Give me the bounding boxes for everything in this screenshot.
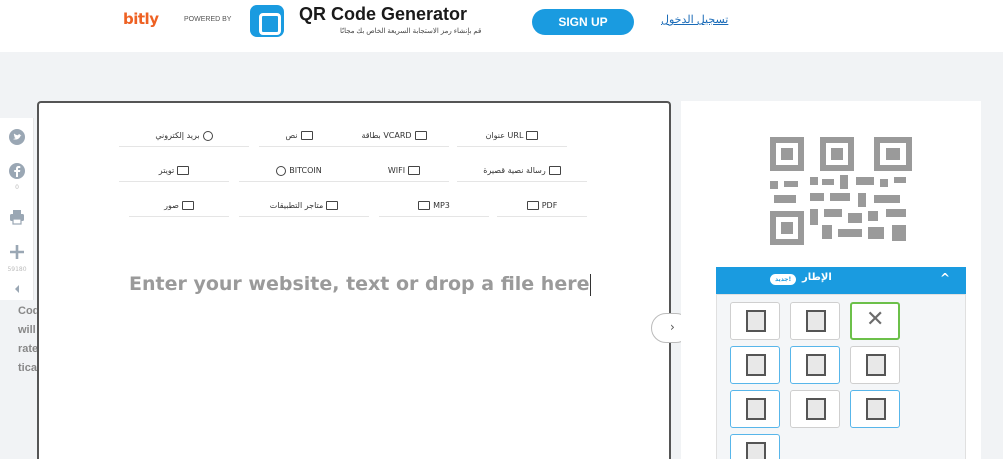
text-icon — [300, 131, 313, 140]
type-twitter[interactable]: تويتر — [119, 160, 229, 182]
frame-option[interactable] — [790, 390, 840, 428]
bitly-logo[interactable]: bitly — [123, 10, 159, 28]
app-store-icon — [326, 201, 339, 210]
print-icon[interactable] — [8, 208, 26, 226]
login-link[interactable]: تسجيل الدخول — [661, 13, 728, 26]
type-label: BITCOIN — [289, 166, 322, 175]
preview-panel: جديد! الإطار ^ ✕ — [681, 101, 981, 459]
wifi-icon — [408, 166, 421, 175]
type-label: تويتر — [158, 166, 175, 175]
vcard-icon — [414, 131, 427, 140]
frame-option[interactable] — [730, 346, 780, 384]
frame-option[interactable] — [790, 302, 840, 340]
image-icon — [181, 201, 194, 210]
pdf-icon — [526, 201, 539, 210]
twitter-type-icon — [177, 166, 190, 175]
sms-icon — [548, 166, 561, 175]
type-pdf[interactable]: PDF — [497, 195, 587, 217]
top-header: bitly POWERED BY QR Code Generator قم بإ… — [0, 0, 1003, 52]
share-count: 59180 — [7, 266, 27, 273]
type-images[interactable]: صور — [129, 195, 229, 217]
type-url[interactable]: URL عنوان — [457, 125, 567, 147]
url-icon — [526, 131, 539, 140]
input-placeholder: Enter your website, text or drop a file … — [129, 273, 590, 295]
frame-option[interactable] — [730, 302, 780, 340]
new-badge: جديد! — [770, 274, 797, 285]
type-label: متاجر التطبيقات — [269, 201, 324, 210]
type-text[interactable]: نص — [259, 125, 339, 147]
type-label: PDF — [541, 201, 558, 210]
qr-generator-logo-icon[interactable] — [250, 5, 284, 37]
frame-thumbnail — [866, 398, 886, 420]
type-label: نص — [285, 131, 298, 140]
type-email[interactable]: بريد إلكتروني — [119, 125, 249, 147]
chevron-up-icon[interactable]: ^ — [940, 271, 950, 285]
brand-tagline: قم بإنشاء رمز الاستجابة السريعة الخاص بك… — [340, 28, 482, 35]
type-vcard[interactable]: VCARD بطاقة — [339, 125, 449, 147]
frame-option[interactable] — [790, 346, 840, 384]
twitter-icon[interactable] — [8, 128, 26, 146]
frame-thumbnail — [806, 354, 826, 376]
type-label: صور — [164, 201, 179, 210]
bitcoin-icon — [276, 165, 287, 176]
type-wifi[interactable]: WIFI — [359, 160, 449, 182]
plus-icon[interactable] — [8, 243, 26, 261]
brand-title[interactable]: QR Code Generator — [299, 4, 467, 25]
frame-options-grid: ✕ — [716, 294, 966, 459]
frame-thumbnail — [746, 354, 766, 376]
frame-option-none[interactable]: ✕ — [850, 302, 900, 340]
type-mp3[interactable]: MP3 — [379, 195, 489, 217]
type-label: WIFI — [387, 166, 406, 175]
type-label: VCARD بطاقة — [361, 131, 412, 140]
frame-option[interactable] — [730, 390, 780, 428]
qr-content-panel: URL عنوان VCARD بطاقة نص بريد إلكتروني ر… — [37, 101, 671, 459]
frame-thumbnail — [746, 310, 766, 332]
email-icon — [202, 130, 213, 141]
chevron-right-icon: › — [670, 320, 675, 334]
frame-thumbnail — [806, 310, 826, 332]
mp3-icon — [418, 201, 431, 210]
type-sms[interactable]: رسالة نصية قصيرة — [457, 160, 587, 182]
frame-section-header[interactable]: جديد! الإطار ^ — [716, 267, 966, 294]
text-caret — [590, 273, 592, 296]
chevron-left-icon[interactable] — [12, 280, 22, 298]
frame-thumbnail — [806, 398, 826, 420]
website-text-input[interactable]: Enter your website, text or drop a file … — [129, 273, 592, 296]
type-label: بريد إلكتروني — [155, 131, 200, 140]
type-label: رسالة نصية قصيرة — [483, 166, 546, 175]
frame-option[interactable] — [850, 346, 900, 384]
frame-thumbnail — [746, 442, 766, 459]
close-icon: ✕ — [866, 307, 885, 332]
type-label: MP3 — [433, 201, 450, 210]
social-share-sidebar: 0 59180 — [0, 118, 34, 300]
type-label: URL عنوان — [485, 131, 524, 140]
frame-section-title: الإطار — [802, 272, 832, 283]
frame-option[interactable] — [730, 434, 780, 459]
qr-code-preview — [770, 137, 912, 245]
frame-thumbnail — [866, 354, 886, 376]
facebook-share-count: 0 — [15, 184, 19, 191]
powered-by-label: POWERED BY — [184, 16, 232, 23]
facebook-icon[interactable] — [8, 162, 26, 180]
type-app-stores[interactable]: متاجر التطبيقات — [239, 195, 369, 217]
frame-thumbnail — [746, 398, 766, 420]
frame-option[interactable] — [850, 390, 900, 428]
type-bitcoin[interactable]: BITCOIN — [239, 160, 359, 182]
sign-up-button[interactable]: SIGN UP — [532, 9, 634, 35]
